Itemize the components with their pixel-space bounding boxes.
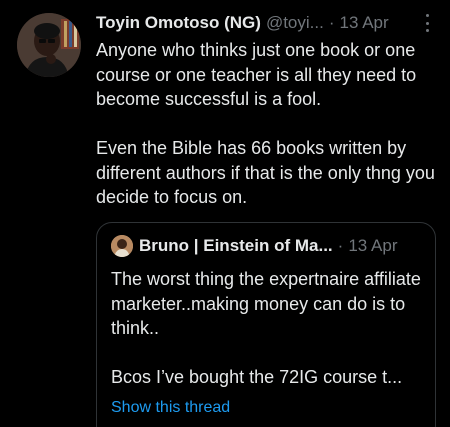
quoted-tweet-timestamp: 13 Apr [348, 236, 398, 255]
separator-dot: · [328, 13, 335, 32]
separator-dot: · [337, 236, 344, 255]
quoted-tweet-paragraph: The worst thing the expertnaire affiliat… [111, 269, 421, 338]
tweet-card[interactable]: Toyin Omotoso (NG) @toyi... · 13 Apr Any… [0, 0, 450, 427]
tweet-paragraph: Anyone who thinks just one book or one c… [96, 40, 417, 109]
quoted-tweet-paragraph: Bcos I’ve bought the 72IG course t... [111, 367, 403, 387]
tweet-text: Anyone who thinks just one book or one c… [96, 38, 441, 210]
author-name[interactable]: Toyin Omotoso (NG) [96, 12, 261, 34]
quoted-author-name: Bruno | Einstein of Ma... [139, 236, 333, 255]
quoted-author-avatar [111, 235, 133, 257]
quoted-tweet[interactable]: Bruno | Einstein of Ma... · 13 Apr The w… [96, 222, 436, 427]
tweet-timestamp[interactable]: 13 Apr [340, 12, 389, 34]
tweet-paragraph: Even the Bible has 66 books written by d… [96, 138, 435, 207]
show-thread-link[interactable]: Show this thread [111, 398, 230, 418]
quoted-tweet-text: The worst thing the expertnaire affiliat… [111, 267, 429, 390]
tweet-header: Toyin Omotoso (NG) @toyi... · 13 Apr [96, 12, 389, 34]
more-options-icon[interactable] [424, 14, 430, 32]
author-avatar[interactable] [17, 13, 81, 77]
author-handle[interactable]: @toyi... [266, 12, 324, 34]
quoted-tweet-header: Bruno | Einstein of Ma... · 13 Apr [111, 235, 397, 257]
